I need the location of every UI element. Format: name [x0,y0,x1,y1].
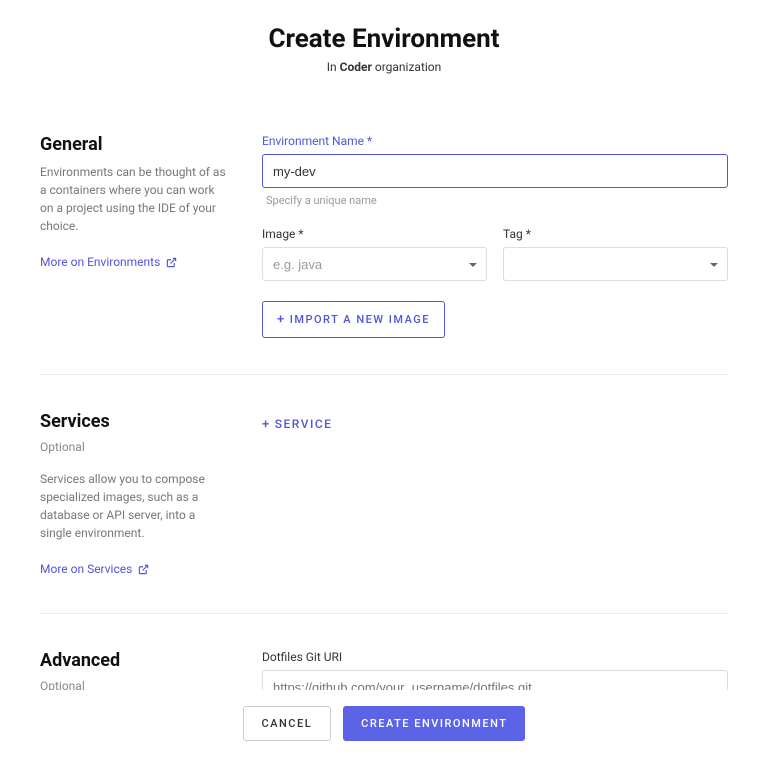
general-title: General [40,134,230,155]
add-service-button[interactable]: +Service [262,411,332,438]
link-label: More on Services [40,562,132,576]
page-header: Create Environment In Coder organization [40,24,728,74]
plus-icon: + [262,417,271,432]
env-name-input[interactable] [262,154,728,188]
section-general: General Environments can be thought of a… [40,134,728,375]
services-optional: Optional [40,440,230,454]
footer-actions: Cancel Create Environment [0,690,768,757]
tag-label: Tag * [503,227,728,241]
advanced-title: Advanced [40,650,230,671]
services-description: Services allow you to compose specialize… [40,470,230,542]
services-title: Services [40,411,230,432]
import-image-button[interactable]: +Import a new image [262,301,445,338]
more-services-link[interactable]: More on Services [40,562,149,576]
general-description: Environments can be thought of as a cont… [40,163,230,235]
create-environment-button[interactable]: Create Environment [343,706,525,741]
page-subtitle: In Coder organization [40,60,728,74]
dotfiles-label: Dotfiles Git URI [262,650,728,664]
external-link-icon [138,564,149,575]
image-label: Image * [262,227,487,241]
tag-select[interactable] [503,247,728,281]
plus-icon: + [277,312,286,327]
page-title: Create Environment [40,24,728,54]
env-name-helper: Specify a unique name [262,194,728,207]
cancel-button[interactable]: Cancel [243,706,332,741]
section-services: Services Optional Services allow you to … [40,411,728,614]
image-select[interactable]: e.g. java [262,247,487,281]
more-environments-link[interactable]: More on Environments [40,255,177,269]
link-label: More on Environments [40,255,160,269]
env-name-label: Environment Name * [262,134,728,148]
external-link-icon [166,257,177,268]
